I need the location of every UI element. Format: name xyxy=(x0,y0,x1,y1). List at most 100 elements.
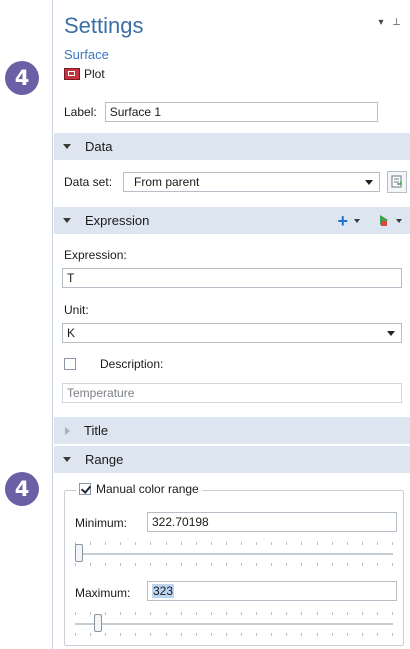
slider-tick xyxy=(256,563,257,566)
slider-tick xyxy=(120,563,121,566)
expression-input[interactable]: T xyxy=(62,268,402,288)
slider-tick xyxy=(120,612,121,615)
slider-tick xyxy=(301,563,302,566)
slider-tick xyxy=(271,542,272,545)
settings-panel: Settings ▾ ⊥ Surface Plot Label: Surface… xyxy=(52,0,410,649)
slider-tick xyxy=(377,633,378,636)
minimum-slider[interactable] xyxy=(75,542,393,566)
section-title-header[interactable]: Title xyxy=(54,417,410,444)
slider-tick xyxy=(332,633,333,636)
data-set-label: Data set: xyxy=(64,175,113,189)
slider-tick xyxy=(317,563,318,566)
plot-arrow-icon[interactable] xyxy=(380,214,390,227)
slider-tick xyxy=(241,612,242,615)
maximum-input[interactable]: 323 xyxy=(147,581,397,601)
slider-tick xyxy=(211,542,212,545)
slider-tick xyxy=(241,542,242,545)
manual-color-range-checkbox[interactable] xyxy=(79,483,91,495)
slider-tick xyxy=(135,542,136,545)
chevron-down-icon xyxy=(387,331,395,336)
slider-tick xyxy=(226,633,227,636)
slider-track xyxy=(75,553,393,555)
minimum-slider-thumb[interactable] xyxy=(75,544,83,562)
slider-track xyxy=(75,623,393,625)
slider-tick xyxy=(181,633,182,636)
slider-tick xyxy=(362,542,363,545)
panel-title: Settings xyxy=(64,13,144,38)
expression-toolbar: + xyxy=(337,212,402,230)
section-title-label: Title xyxy=(84,423,109,438)
section-expression-label: Expression xyxy=(85,213,150,228)
slider-tick xyxy=(211,633,212,636)
section-data-header[interactable]: Data xyxy=(54,133,410,160)
slider-tick xyxy=(166,633,167,636)
panel-window-controls[interactable]: ▾ ⊥ xyxy=(378,17,404,28)
minimum-input[interactable]: 322.70198 xyxy=(147,512,397,532)
chevron-down-icon[interactable] xyxy=(354,218,360,223)
slider-tick xyxy=(286,563,287,566)
slider-tick xyxy=(241,633,242,636)
slider-tick xyxy=(90,563,91,566)
expand-triangle-icon xyxy=(63,457,71,462)
slider-tick xyxy=(150,563,151,566)
node-subtitle: Surface xyxy=(64,47,109,62)
slider-tick xyxy=(317,542,318,545)
slider-tick xyxy=(332,542,333,545)
unit-label: Unit: xyxy=(64,303,89,317)
slider-tick xyxy=(226,542,227,545)
slider-tick xyxy=(377,542,378,545)
section-range-header[interactable]: Range xyxy=(54,446,410,473)
slider-tick xyxy=(211,563,212,566)
slider-tick xyxy=(362,563,363,566)
slider-tick xyxy=(301,542,302,545)
plot-button[interactable]: Plot xyxy=(64,67,105,81)
step-badge-bottom: 4 xyxy=(5,472,39,506)
description-checkbox[interactable] xyxy=(64,358,76,370)
slider-ticks-top xyxy=(75,542,393,546)
slider-tick xyxy=(347,612,348,615)
slider-tick xyxy=(90,612,91,615)
slider-tick xyxy=(150,612,151,615)
slider-tick xyxy=(317,633,318,636)
section-expression-header[interactable]: Expression + xyxy=(54,207,410,234)
slider-tick xyxy=(90,633,91,636)
section-range-label: Range xyxy=(85,452,124,467)
go-to-source-button[interactable] xyxy=(387,171,407,193)
maximum-slider-thumb[interactable] xyxy=(94,614,102,632)
section-data-label: Data xyxy=(85,139,113,154)
unit-select[interactable]: K xyxy=(62,323,402,343)
slider-tick xyxy=(75,612,76,615)
slider-tick xyxy=(105,563,106,566)
slider-tick xyxy=(181,542,182,545)
slider-tick xyxy=(256,633,257,636)
slider-tick xyxy=(347,633,348,636)
slider-tick xyxy=(271,612,272,615)
slider-tick xyxy=(392,542,393,545)
label-field-label: Label: xyxy=(64,105,97,119)
slider-tick xyxy=(150,542,151,545)
go-to-source-icon xyxy=(391,175,402,188)
chevron-down-icon[interactable] xyxy=(396,218,402,223)
label-input[interactable]: Surface 1 xyxy=(104,102,378,122)
slider-tick xyxy=(377,612,378,615)
slider-tick xyxy=(332,612,333,615)
slider-tick xyxy=(392,563,393,566)
slider-tick xyxy=(226,612,227,615)
minimum-label: Minimum: xyxy=(75,516,128,530)
data-set-select[interactable]: From parent xyxy=(123,172,380,192)
slider-tick xyxy=(105,612,106,615)
slider-tick xyxy=(196,633,197,636)
slider-tick xyxy=(196,542,197,545)
chevron-down-icon xyxy=(365,180,373,185)
step-badge-top: 4 xyxy=(5,61,39,95)
slider-tick xyxy=(135,563,136,566)
description-row: Description: xyxy=(64,357,163,371)
slider-tick xyxy=(256,542,257,545)
manual-color-range-toggle[interactable]: Manual color range xyxy=(76,482,202,496)
slider-tick xyxy=(75,633,76,636)
slider-tick xyxy=(166,563,167,566)
add-icon[interactable]: + xyxy=(337,212,348,230)
slider-tick xyxy=(120,542,121,545)
maximum-slider[interactable] xyxy=(75,612,393,636)
slider-tick xyxy=(150,633,151,636)
